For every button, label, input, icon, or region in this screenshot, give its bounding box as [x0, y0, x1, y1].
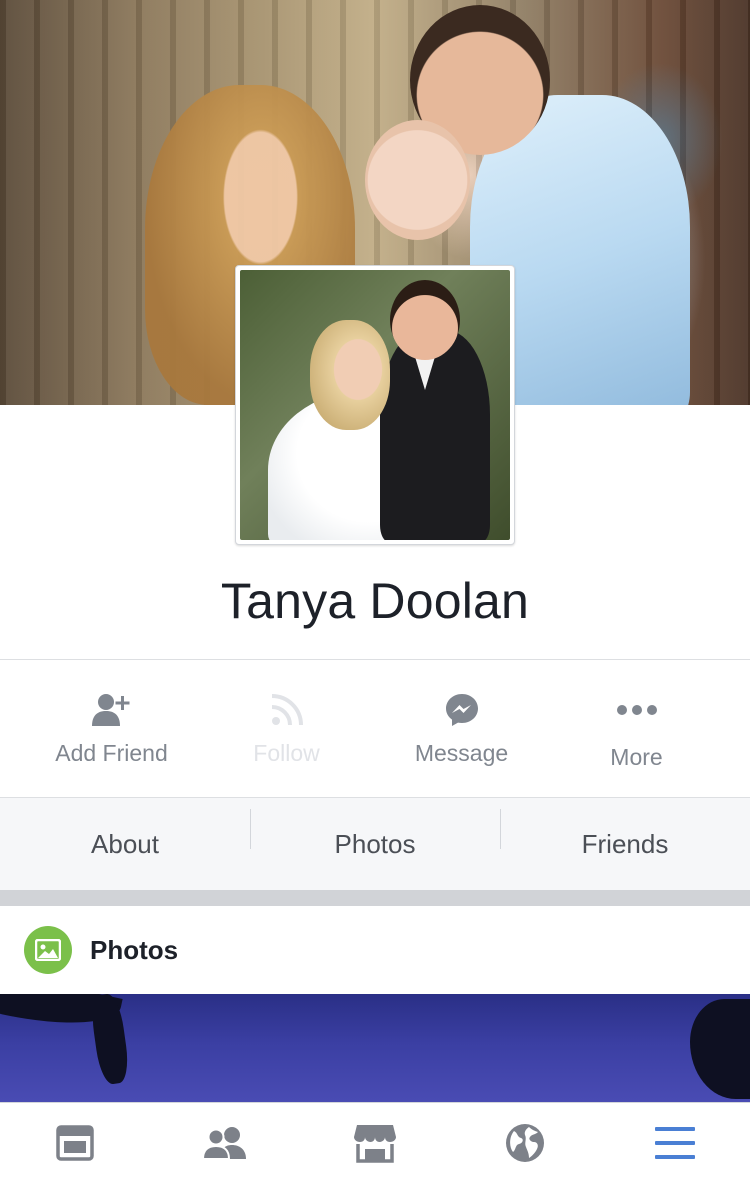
- rss-follow-icon: [265, 688, 309, 732]
- more-label: More: [610, 744, 663, 770]
- profile-name: Tanya Doolan: [220, 573, 530, 629]
- tab-friends[interactable]: Friends: [500, 808, 750, 860]
- news-feed-icon: [56, 1125, 94, 1166]
- profile-picture-image: [240, 270, 510, 540]
- profile-picture-groom: [390, 280, 460, 360]
- tab-photos[interactable]: Photos: [250, 808, 500, 860]
- profile-tabs: About Photos Friends: [0, 798, 750, 890]
- menu-icon: [655, 1126, 695, 1165]
- more-dots-icon: [615, 688, 659, 732]
- marketplace-tab[interactable]: [300, 1103, 450, 1188]
- notifications-tab[interactable]: [450, 1103, 600, 1188]
- profile-picture-bride: [310, 320, 390, 430]
- message-button[interactable]: Message: [374, 660, 549, 798]
- message-label: Message: [414, 740, 509, 766]
- photos-section-title: Photos: [90, 934, 179, 965]
- add-friend-icon: [90, 688, 134, 732]
- add-friend-label: Add Friend: [55, 740, 168, 766]
- add-friend-button[interactable]: Add Friend: [24, 660, 199, 798]
- palm-silhouette: [88, 994, 132, 1086]
- cover-baby: [365, 120, 470, 240]
- notifications-globe-icon: [505, 1123, 545, 1168]
- bottom-tab-bar: [0, 1102, 750, 1188]
- more-button[interactable]: More: [549, 660, 724, 798]
- marketplace-icon: [353, 1123, 397, 1168]
- section-separator: [0, 890, 750, 906]
- news-feed-tab[interactable]: [0, 1103, 150, 1188]
- photo-preview[interactable]: [0, 994, 750, 1104]
- tab-about[interactable]: About: [0, 829, 250, 860]
- menu-tab[interactable]: [600, 1103, 750, 1188]
- profile-picture-suit: [380, 330, 490, 540]
- profile-actions: Add Friend Follow Message More: [0, 660, 750, 798]
- profile-picture[interactable]: [235, 265, 515, 545]
- palm-silhouette: [690, 999, 750, 1099]
- photos-section-header[interactable]: Photos: [0, 906, 750, 994]
- follow-button[interactable]: Follow: [199, 660, 374, 798]
- friend-requests-tab[interactable]: [150, 1103, 300, 1188]
- friend-requests-icon: [201, 1125, 248, 1166]
- photo-icon: [24, 926, 72, 974]
- follow-label: Follow: [253, 740, 320, 766]
- messenger-icon: [440, 688, 484, 732]
